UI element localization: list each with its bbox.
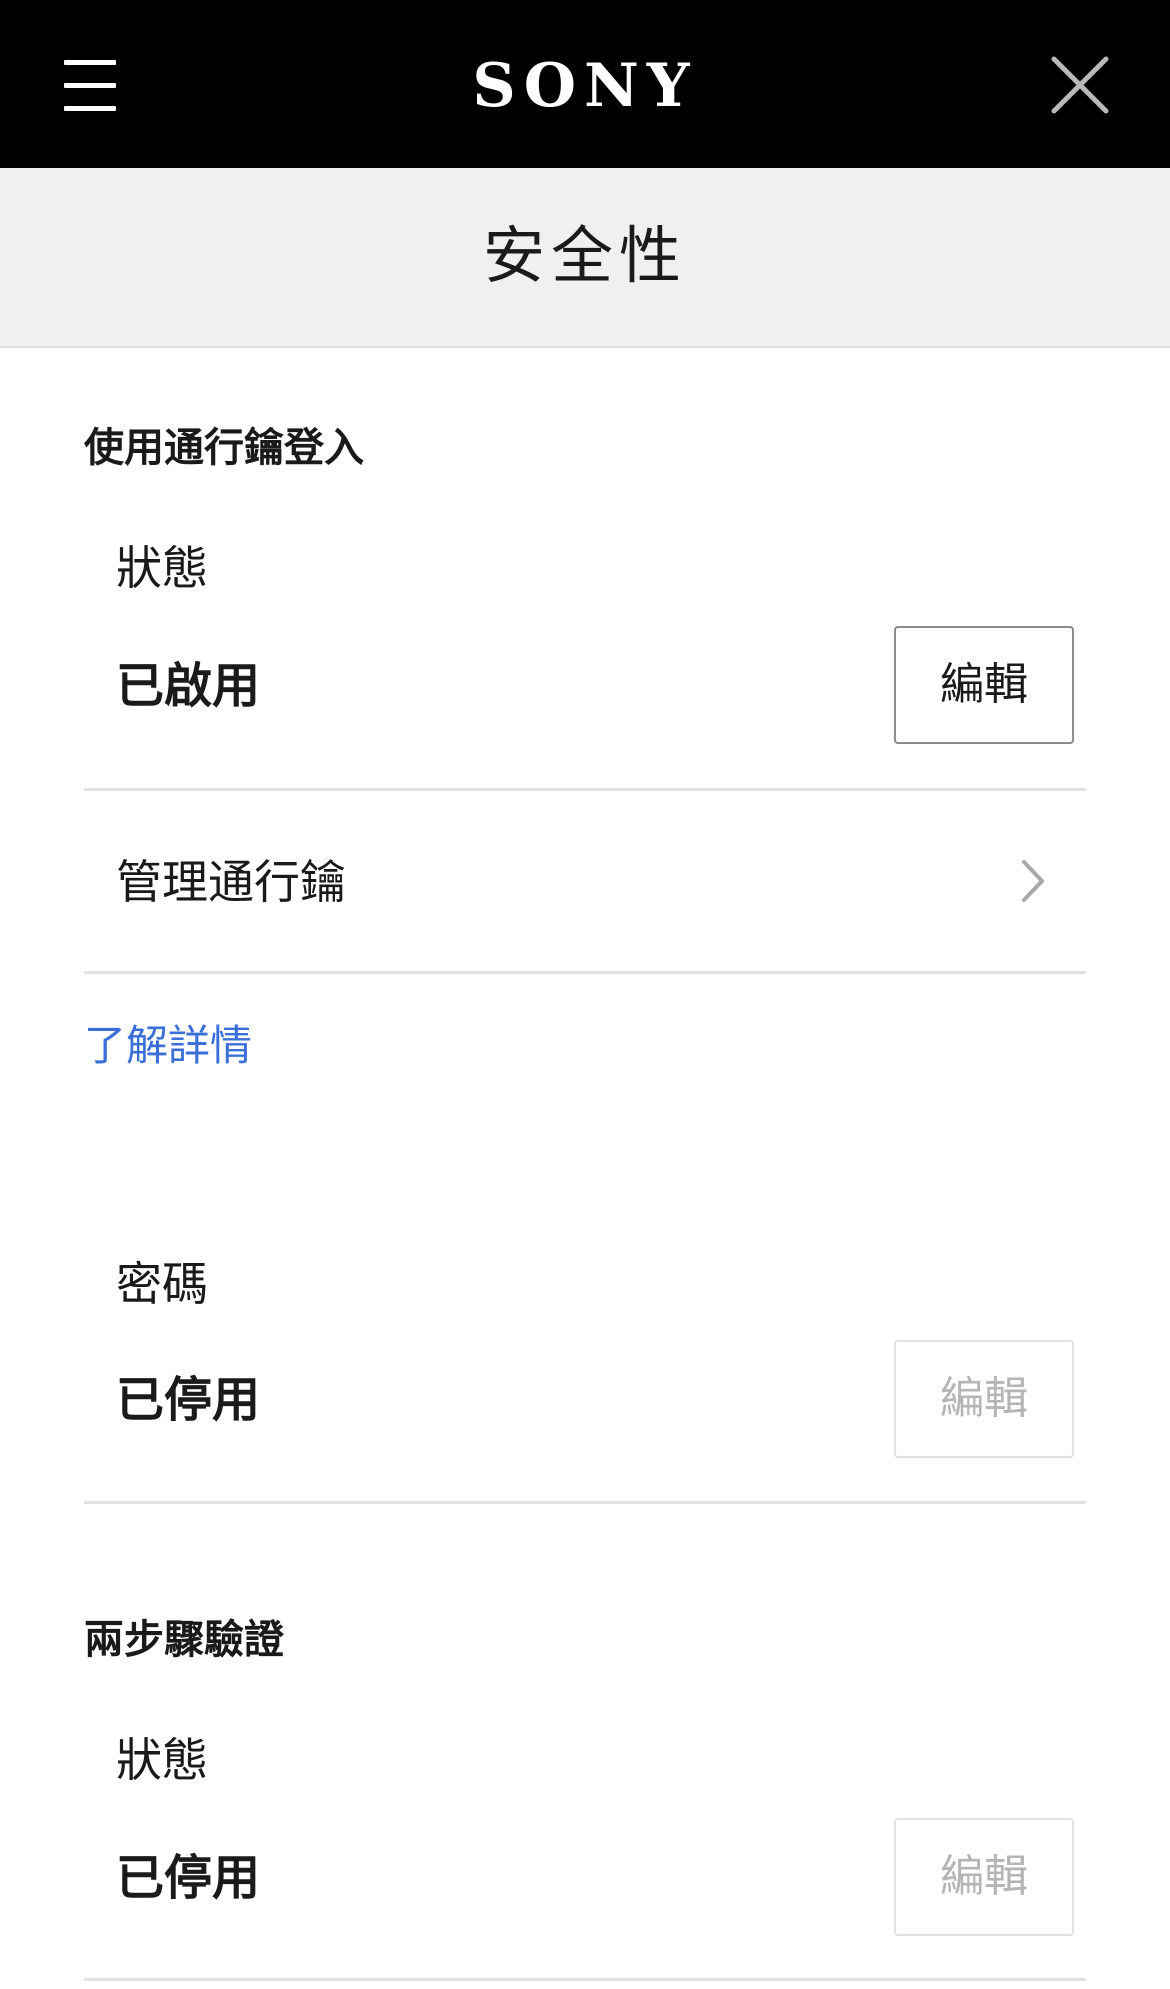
close-icon	[1051, 56, 1109, 114]
manage-passkeys-row[interactable]: 管理通行鑰	[84, 792, 1086, 972]
password-label: 密碼	[116, 1257, 208, 1311]
password-status-value: 已停用	[116, 1372, 261, 1428]
password-edit-button[interactable]: 編輯	[894, 1340, 1074, 1458]
sony-logo: SONY	[472, 51, 698, 121]
two-step-section-heading: 兩步驟驗證	[84, 1617, 284, 1663]
divider	[84, 971, 1086, 974]
page-title: 安全性	[482, 219, 687, 292]
passkey-edit-button[interactable]: 編輯	[894, 626, 1074, 744]
manage-passkeys-label: 管理通行鑰	[116, 855, 346, 909]
top-bar: SONY	[0, 0, 1170, 168]
divider	[84, 788, 1086, 791]
passkey-section-heading: 使用通行鑰登入	[84, 425, 364, 471]
divider	[84, 1501, 1086, 1504]
chevron-right-icon	[1022, 860, 1044, 902]
two-step-status-value: 已停用	[116, 1850, 261, 1906]
two-step-status-label: 狀態	[116, 1733, 208, 1787]
close-button[interactable]	[1040, 45, 1120, 125]
learn-more-link[interactable]: 了解詳情	[84, 1016, 252, 1076]
page-header: 安全性	[0, 168, 1170, 348]
passkey-status-label: 狀態	[116, 541, 208, 595]
passkey-status-value: 已啟用	[116, 658, 261, 714]
two-step-edit-button[interactable]: 編輯	[894, 1818, 1074, 1936]
divider	[84, 1978, 1086, 1981]
